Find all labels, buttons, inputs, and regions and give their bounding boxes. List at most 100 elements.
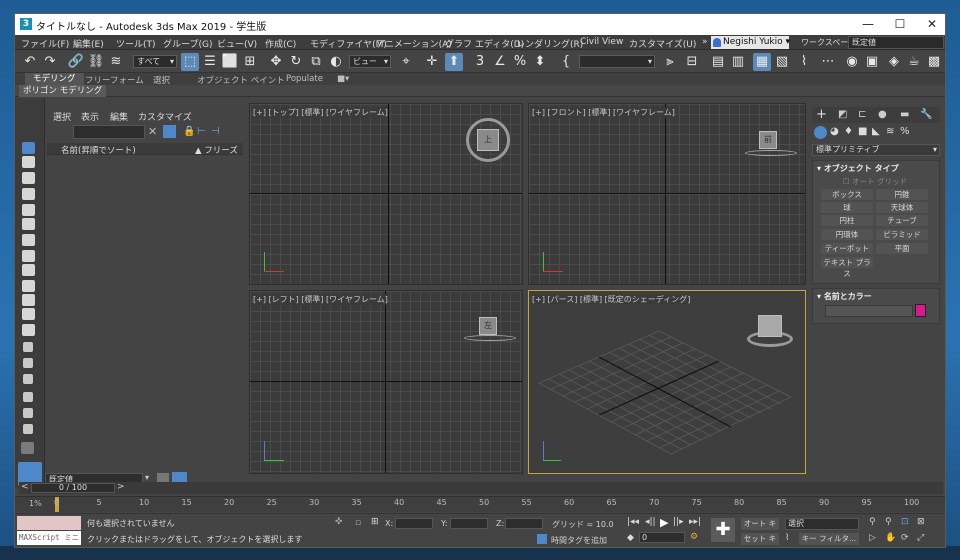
object-type-title[interactable]: ▾ オブジェクト タイプ bbox=[817, 163, 899, 174]
bind-space-warp-icon[interactable]: ≋ bbox=[107, 53, 125, 71]
go-to-end-icon[interactable]: ▸▸| bbox=[689, 517, 701, 527]
undo-icon[interactable]: ↶ bbox=[21, 53, 39, 71]
none-icon[interactable] bbox=[23, 358, 33, 368]
spinner-snap-icon[interactable]: ⬍ bbox=[531, 53, 549, 71]
link-icon[interactable]: 🔗 bbox=[67, 53, 85, 71]
select-by-name-icon[interactable]: ☰ bbox=[201, 53, 219, 71]
key-mode-icon[interactable]: ⌇ bbox=[785, 533, 789, 543]
select-object-icon[interactable]: ⬚ bbox=[181, 53, 199, 71]
menu-animation[interactable]: アニメーション(A) bbox=[376, 37, 452, 50]
align-icon[interactable]: ⊟ bbox=[683, 53, 701, 71]
select-manipulate-icon[interactable]: ✛ bbox=[423, 53, 441, 71]
render-cloud-icon[interactable]: ▩ bbox=[925, 53, 943, 71]
menu-more[interactable]: » bbox=[702, 37, 708, 47]
reference-coordinate-dropdown[interactable]: ビュー bbox=[349, 55, 391, 68]
create-pyramid-button[interactable]: ピラミッド bbox=[876, 229, 928, 240]
window-crossing-icon[interactable]: ⊞ bbox=[241, 53, 259, 71]
key-filters-button[interactable]: キー フィルタ... bbox=[799, 533, 859, 545]
all-icon[interactable] bbox=[23, 342, 33, 352]
user-account-button[interactable]: Negishi Yukio ▾ bbox=[711, 36, 790, 49]
frozen-filter-icon[interactable] bbox=[22, 308, 35, 320]
rectangle-selection-icon[interactable]: ⬜ bbox=[221, 53, 239, 71]
toggle-scene-explorer-icon[interactable]: ▦ bbox=[753, 53, 771, 71]
hierarchy-icon[interactable]: ⊢ bbox=[197, 126, 206, 137]
redo-icon[interactable]: ↷ bbox=[41, 53, 59, 71]
column-name[interactable]: 名前(昇順でソート) bbox=[61, 144, 136, 156]
menu-customize[interactable]: カスタマイズ(U) bbox=[629, 37, 696, 50]
cameras-category-icon[interactable]: ■ bbox=[858, 126, 867, 137]
systems-category-icon[interactable]: % bbox=[900, 126, 910, 137]
expand-arrow-icon[interactable] bbox=[21, 442, 34, 454]
minimize-button[interactable]: — bbox=[852, 14, 884, 35]
auto-key-button[interactable]: オート キー bbox=[741, 518, 779, 540]
orbit-icon[interactable]: ⟳ bbox=[901, 533, 909, 543]
viewcube-left-icon[interactable]: 左 bbox=[479, 317, 497, 335]
object-category-dropdown[interactable]: 標準プリミティブ ▾ bbox=[812, 144, 940, 156]
track-bar[interactable]: 1% 0 5 10 15 20 25 30 35 40 45 50 55 60 65 70 75 80 85 90 9… bbox=[15, 496, 945, 512]
keyboard-shortcut-override-icon[interactable]: ⬆ bbox=[445, 53, 463, 71]
explorer-menu-customize[interactable]: カスタマイズ bbox=[138, 110, 192, 123]
viewport-top-label[interactable]: [+] [トップ] [標準] [ワイヤフレーム] bbox=[253, 107, 388, 118]
curve-editor-icon[interactable]: ⌇ bbox=[795, 53, 813, 71]
play-icon[interactable]: ▶ bbox=[660, 516, 668, 529]
zoom-extents-all-icon[interactable]: ⊠ bbox=[917, 517, 925, 527]
explorer-menu-select[interactable]: 選択 bbox=[53, 110, 71, 123]
spacewarp-filter-icon[interactable] bbox=[22, 234, 35, 246]
rotate-icon[interactable]: ↻ bbox=[287, 53, 305, 71]
create-torus-button[interactable]: 円環体 bbox=[821, 229, 873, 240]
explorer-menu-edit[interactable]: 編集 bbox=[110, 110, 128, 123]
maximize-viewport-icon[interactable]: ⤢ bbox=[917, 533, 924, 543]
create-sphere-button[interactable]: 球 bbox=[821, 202, 873, 213]
group-filter-icon[interactable] bbox=[22, 250, 35, 262]
unlink-icon[interactable]: ⛓ bbox=[87, 53, 105, 71]
funnel-icon[interactable] bbox=[23, 408, 33, 418]
clear-search-icon[interactable]: ✕ bbox=[148, 125, 157, 138]
set-key-big-icon[interactable]: ✚ bbox=[711, 518, 735, 542]
selection-lock-icon[interactable]: ▫ bbox=[355, 518, 361, 528]
display-all-icon[interactable] bbox=[22, 142, 35, 154]
spacewarps-category-icon[interactable]: ≋ bbox=[886, 126, 894, 137]
viewcube-top-icon[interactable]: 上 bbox=[477, 129, 499, 151]
tab-modeling[interactable]: モデリング bbox=[25, 73, 84, 85]
placement-icon[interactable]: ◐ bbox=[327, 53, 345, 71]
menu-civil-view[interactable]: Civil View bbox=[580, 37, 623, 47]
hierarchy-tab-icon[interactable]: ⊏ bbox=[858, 109, 866, 120]
lights-category-icon[interactable]: ♦ bbox=[844, 126, 853, 137]
tab-populate[interactable]: Populate bbox=[286, 74, 323, 84]
helpers-category-icon[interactable]: ◣ bbox=[872, 126, 880, 137]
create-box-button[interactable]: ボックス bbox=[821, 189, 873, 200]
zoom-icon[interactable]: ⚲ bbox=[869, 517, 876, 527]
viewport-left-label[interactable]: [+] [レフト] [標準] [ワイヤフレーム] bbox=[253, 294, 388, 305]
geometry-filter-icon[interactable] bbox=[22, 156, 35, 168]
time-slider-thumb[interactable]: 0 / 100 bbox=[31, 483, 115, 493]
snaps-toggle-icon[interactable]: 3 bbox=[471, 53, 489, 71]
menu-create[interactable]: 作成(C) bbox=[265, 37, 296, 50]
percent-snap-icon[interactable]: % bbox=[511, 53, 529, 71]
shape-filter-icon[interactable] bbox=[22, 172, 35, 184]
menu-view[interactable]: ビュー(V) bbox=[217, 37, 257, 50]
hidden-filter-icon[interactable] bbox=[22, 324, 35, 336]
render-setup-icon[interactable]: ▣ bbox=[863, 53, 881, 71]
next-frame-icon[interactable]: ||▸ bbox=[673, 517, 684, 527]
coord-x-input[interactable] bbox=[395, 518, 433, 529]
set-key-button[interactable]: セット キー bbox=[741, 533, 779, 547]
menu-tools[interactable]: ツール(T) bbox=[116, 37, 156, 50]
xref-filter-icon[interactable] bbox=[22, 264, 35, 276]
workspace-dropdown[interactable]: 既定値 bbox=[848, 36, 944, 49]
camera-filter-icon[interactable] bbox=[22, 204, 35, 216]
absolute-mode-icon[interactable]: ⊞ bbox=[371, 517, 379, 527]
maxscript-listener-pink[interactable] bbox=[17, 516, 81, 530]
filter-icon[interactable] bbox=[23, 392, 33, 402]
create-tab-icon[interactable]: + bbox=[816, 107, 827, 122]
display-tab-icon[interactable]: ▬ bbox=[900, 109, 909, 120]
render-production-icon[interactable]: ☕ bbox=[905, 53, 923, 71]
angle-snap-icon[interactable]: ∠ bbox=[491, 53, 509, 71]
polygon-modeling-panel[interactable]: ポリゴン モデリング bbox=[19, 85, 107, 97]
viewport-perspective[interactable]: [+] [パース] [標準] [既定のシェーディング] bbox=[528, 290, 806, 474]
field-of-view-icon[interactable]: ▷ bbox=[869, 533, 876, 543]
menu-rendering[interactable]: レンダリング(R) bbox=[516, 37, 583, 50]
zoom-all-icon[interactable]: ⚲ bbox=[885, 517, 892, 527]
name-color-title[interactable]: ▾ 名前とカラー bbox=[817, 291, 872, 302]
geometry-category-icon[interactable] bbox=[814, 126, 827, 139]
coord-z-input[interactable] bbox=[505, 518, 543, 529]
